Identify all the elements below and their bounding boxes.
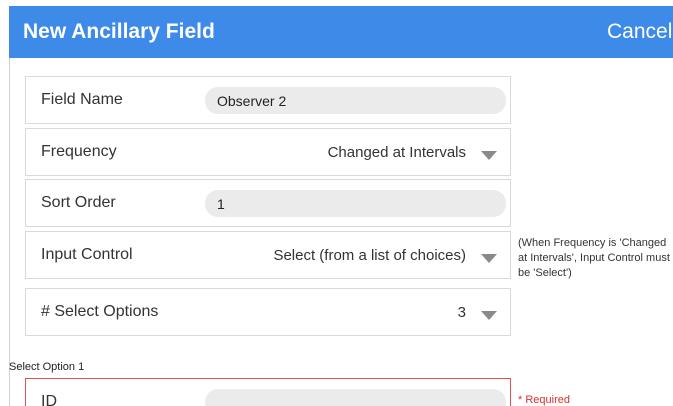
- chevron-down-icon[interactable]: [481, 254, 497, 263]
- cancel-button[interactable]: Cancel: [607, 20, 673, 44]
- sort-order-input[interactable]: 1: [205, 190, 506, 217]
- frequency-value: Changed at Intervals: [327, 144, 466, 161]
- required-message: * Required: [518, 394, 570, 406]
- field-name-input[interactable]: Observer 2: [205, 87, 506, 114]
- input-control-note: (When Frequency is 'Changed at Intervals…: [518, 237, 670, 279]
- option-id-input[interactable]: [205, 389, 506, 406]
- field-name-label: Field Name: [41, 91, 123, 108]
- chevron-down-icon[interactable]: [481, 151, 497, 160]
- chevron-down-icon[interactable]: [481, 311, 497, 320]
- left-divider: [9, 58, 10, 406]
- page-title: New Ancillary Field: [23, 20, 215, 43]
- field-name-row: Field Name Observer 2: [25, 76, 511, 124]
- sort-order-label: Sort Order: [41, 194, 116, 211]
- app-header: New Ancillary Field Cancel: [9, 6, 673, 58]
- input-control-select[interactable]: Input Control Select (from a list of cho…: [25, 231, 511, 279]
- select-options-value: 3: [457, 304, 466, 321]
- select-options-select[interactable]: # Select Options 3: [25, 288, 511, 336]
- option-id-label: ID: [41, 393, 57, 406]
- frequency-select[interactable]: Frequency Changed at Intervals: [25, 128, 511, 176]
- input-control-value: Select (from a list of choices): [273, 247, 466, 264]
- option-id-row: ID: [25, 378, 511, 406]
- select-option-section-title: Select Option 1: [9, 361, 85, 373]
- frequency-label: Frequency: [41, 143, 117, 160]
- select-options-label: # Select Options: [41, 303, 159, 320]
- input-control-label: Input Control: [41, 246, 133, 263]
- sort-order-row: Sort Order 1: [25, 179, 511, 227]
